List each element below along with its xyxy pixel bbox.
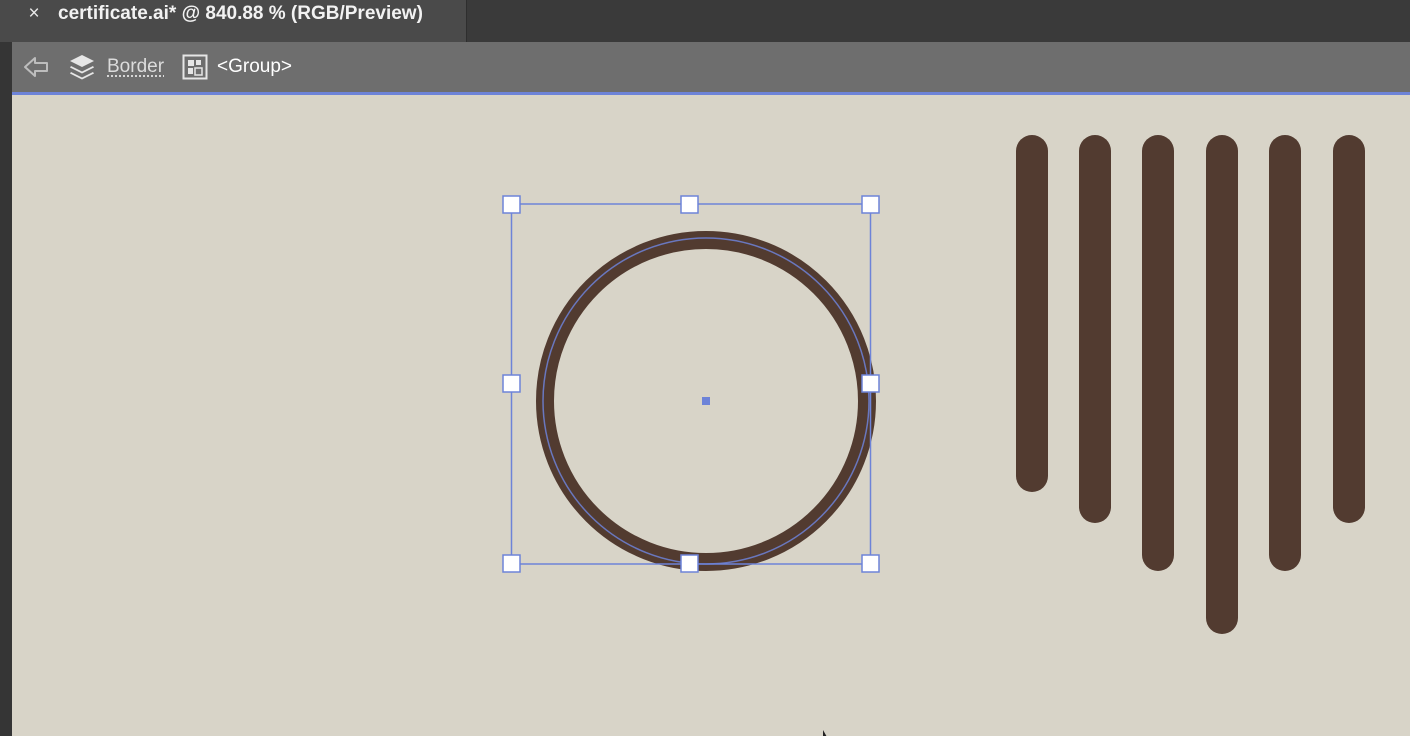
document-tab-bar: × certificate.ai* @ 840.88 % (RGB/Previe… [0, 0, 1410, 43]
document-tab-title: certificate.ai* @ 840.88 % (RGB/Preview) [58, 3, 423, 24]
handle-top-middle [680, 195, 699, 214]
handle-bottom-right [861, 554, 880, 573]
group-icon [182, 42, 208, 92]
illustrator-window: × certificate.ai* @ 840.88 % (RGB/Previe… [0, 0, 1410, 736]
handle-bottom-left [502, 554, 521, 573]
breadcrumb-group[interactable]: <Group> [217, 42, 292, 92]
close-tab-button[interactable]: × [24, 0, 44, 28]
handle-top-left [502, 195, 521, 214]
center-point [702, 397, 710, 405]
vertical-bars[interactable] [1016, 135, 1365, 634]
document-tab[interactable]: × certificate.ai* @ 840.88 % (RGB/Previe… [0, 0, 467, 42]
handle-top-right [861, 195, 880, 214]
layers-icon [67, 42, 97, 92]
back-arrow-icon[interactable] [22, 42, 50, 92]
mouse-cursor [823, 730, 827, 736]
artwork-svg [502, 135, 1365, 736]
handle-middle-left [502, 374, 521, 393]
breadcrumb-layer-border[interactable]: Border [107, 42, 164, 92]
isolation-mode-bar: Border <Group> [12, 42, 1410, 95]
left-panel-edge [0, 42, 12, 736]
handle-middle-right [861, 374, 880, 393]
handle-bottom-middle [680, 554, 699, 573]
artboard-canvas[interactable] [12, 95, 1410, 736]
